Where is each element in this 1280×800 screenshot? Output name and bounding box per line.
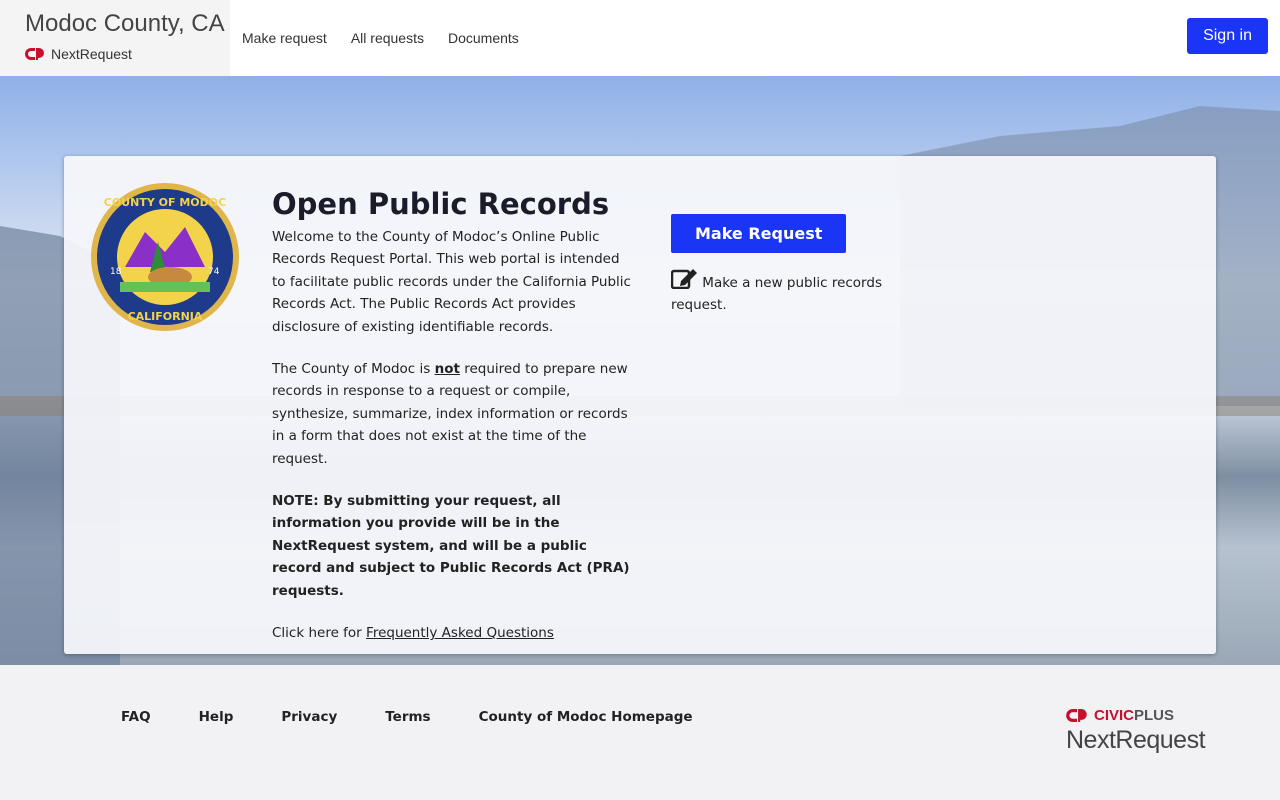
logo-plus: PLUS — [1134, 707, 1175, 724]
site-title: Modoc County, CA — [25, 10, 225, 37]
disclaimer-text: The County of Modoc is not required to p… — [272, 358, 632, 470]
nextrequest-logo-icon — [25, 48, 44, 60]
footer-link-terms[interactable]: Terms — [385, 709, 430, 725]
footer: FAQ Help Privacy Terms County of Modoc H… — [0, 665, 1280, 800]
page-title: Open Public Records — [272, 187, 610, 221]
svg-text:18: 18 — [110, 267, 122, 277]
civicplus-logo-icon — [1066, 709, 1087, 722]
nav-all-requests[interactable]: All requests — [351, 30, 424, 46]
product-name: NextRequest — [51, 46, 132, 62]
welcome-card: COUNTY OF MODOC CALIFORNIA 18 74 Open Pu… — [64, 156, 1216, 654]
faq-line: Click here for Frequently Asked Question… — [272, 622, 632, 644]
nav-documents[interactable]: Documents — [448, 30, 519, 46]
hero-banner: COUNTY OF MODOC CALIFORNIA 18 74 Open Pu… — [0, 76, 1280, 665]
faq-link[interactable]: Frequently Asked Questions — [366, 625, 554, 641]
civicplus-nextrequest-logo: CIVICPLUS NextRequest — [1066, 707, 1206, 755]
faq-prefix: Click here for — [272, 625, 367, 642]
footer-link-privacy[interactable]: Privacy — [281, 709, 337, 725]
sign-in-button[interactable]: Sign in — [1187, 18, 1268, 54]
footer-link-help[interactable]: Help — [199, 709, 234, 725]
svg-text:CALIFORNIA: CALIFORNIA — [128, 310, 203, 323]
footer-link-county-homepage[interactable]: County of Modoc Homepage — [479, 709, 693, 725]
edit-icon — [670, 269, 697, 290]
top-navbar: Modoc County, CA NextRequest Make reques… — [0, 0, 1280, 76]
svg-text:COUNTY OF MODOC: COUNTY OF MODOC — [104, 196, 226, 209]
intro-text: Welcome to the County of Modoc’s Online … — [272, 229, 631, 335]
disclaimer-emphasis: not — [434, 361, 460, 378]
disclaimer-prefix: The County of Modoc is — [272, 361, 435, 378]
note-text: NOTE: By submitting your request, all in… — [272, 493, 630, 599]
make-request-desc-text: Make a new public records request. — [671, 275, 882, 313]
nav-make-request[interactable]: Make request — [242, 30, 327, 46]
nextrequest-logo: NextRequest — [25, 46, 230, 62]
make-request-button[interactable]: Make Request — [671, 214, 847, 253]
svg-text:74: 74 — [208, 267, 220, 277]
logo-product: NextRequest — [1066, 726, 1206, 754]
logo-civic: CIVIC — [1094, 707, 1135, 724]
brand[interactable]: Modoc County, CA NextRequest — [0, 0, 230, 76]
county-seal-logo: COUNTY OF MODOC CALIFORNIA 18 74 — [91, 183, 239, 331]
make-request-description: Make a new public records request. — [670, 267, 901, 316]
footer-link-faq[interactable]: FAQ — [121, 709, 151, 725]
